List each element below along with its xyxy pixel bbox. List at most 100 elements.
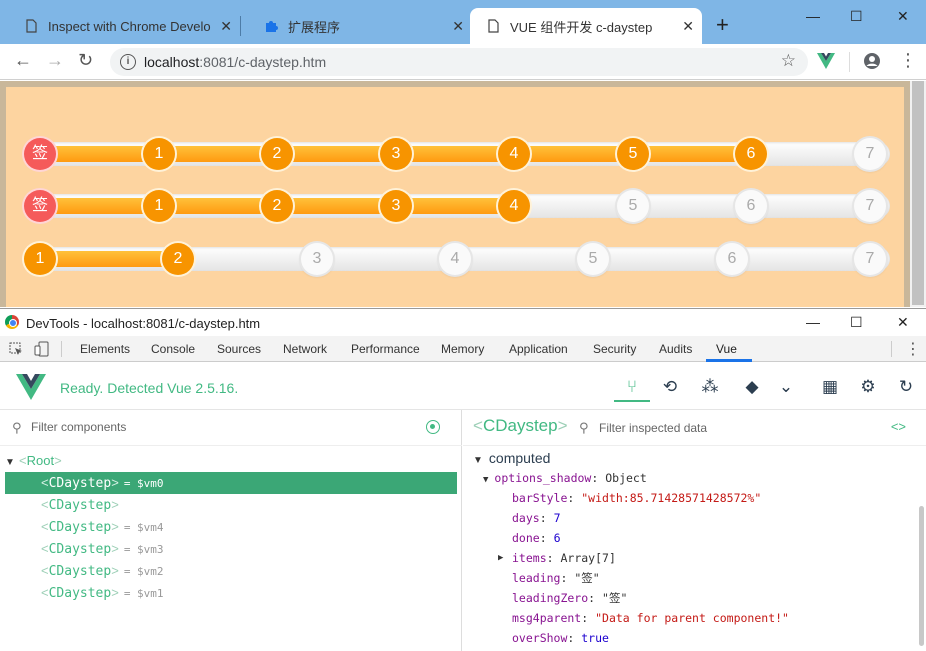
prop-leading[interactable]: leading: "签"	[512, 570, 600, 586]
daystep-day-badge[interactable]: 4	[439, 243, 471, 275]
tree-item-cdaystep[interactable]: <CDaystep> = $vm2	[5, 560, 457, 582]
devtools-tab-vue[interactable]: Vue	[716, 342, 737, 356]
tab-inspect[interactable]: Inspect with Chrome Develo ✕	[0, 8, 240, 44]
events-tab-icon[interactable]: ⁂	[692, 372, 728, 402]
options-shadow-row[interactable]: ▼ options_shadow: Object	[483, 470, 647, 488]
new-tab-button[interactable]: +	[716, 14, 729, 36]
prop-value: "签"	[574, 571, 600, 585]
tree-item-cdaystep[interactable]: <CDaystep> = $vm3	[5, 538, 457, 560]
filter-components-input[interactable]: Filter components	[31, 420, 126, 434]
select-component-target-icon[interactable]	[426, 420, 440, 434]
inspect-element-icon[interactable]	[9, 342, 23, 356]
daystep-day-badge[interactable]: 4	[498, 138, 530, 170]
prop-overshow[interactable]: overShow: true	[512, 630, 609, 646]
vm-reference: = $vm0	[123, 477, 164, 490]
devtools-tab-performance[interactable]: Performance	[351, 342, 420, 356]
devtools-tab-console[interactable]: Console	[151, 342, 195, 356]
component-name: CDaystep	[48, 586, 112, 601]
vue-devtools-header: Ready. Detected Vue 2.5.16. ⑂ ⟲ ⁂ ◆ ⌄ ▦ …	[0, 362, 926, 410]
prop-days[interactable]: days: 7	[512, 510, 561, 526]
daystep-day-badge[interactable]: 7	[854, 190, 886, 222]
minimize-button[interactable]: —	[806, 8, 820, 24]
refresh-icon[interactable]: ↻	[888, 372, 924, 402]
prop-barstyle[interactable]: barStyle: "width:85.71428571428572%"	[512, 490, 761, 506]
daystep-day-badge[interactable]: 7	[854, 243, 886, 275]
scrollbar-thumb[interactable]	[912, 81, 924, 305]
maximize-button[interactable]: ☐	[850, 8, 863, 25]
chevron-down-icon[interactable]: ⌄	[768, 372, 804, 402]
close-tab-icon[interactable]: ✕	[452, 18, 464, 35]
daystep-day-badge[interactable]: 1	[143, 138, 175, 170]
code-icon[interactable]: <>	[891, 419, 906, 434]
bookmark-star-icon[interactable]: ☆	[781, 51, 796, 71]
daystep-day-badge[interactable]: 7	[854, 138, 886, 170]
daystep-day-badge[interactable]: 5	[617, 138, 649, 170]
history-tab-icon[interactable]: ⟲	[652, 372, 688, 402]
tree-root[interactable]: ▼ <Root>	[5, 450, 457, 472]
component-filter[interactable]: ⚲ Filter components	[0, 410, 462, 446]
menu-dots-icon[interactable]: ⋮	[899, 50, 917, 71]
prop-leadingzero[interactable]: leadingZero: "签"	[512, 590, 627, 606]
daystep-day-badge[interactable]: 5	[577, 243, 609, 275]
reload-icon[interactable]: ↻	[78, 50, 93, 71]
tab-extensions[interactable]: 扩展程序 ✕	[240, 8, 472, 44]
devtools-tab-elements[interactable]: Elements	[80, 342, 130, 356]
tree-item-cdaystep[interactable]: <CDaystep>	[5, 494, 457, 516]
computed-section[interactable]: ▼ computed	[473, 450, 550, 466]
tab-daystep[interactable]: VUE 组件开发 c-daystep ✕	[470, 8, 702, 44]
daystep-day-badge[interactable]: 6	[735, 190, 767, 222]
devtools-tab-security[interactable]: Security	[593, 342, 636, 356]
prop-items[interactable]: ▶ items: Array[7]	[498, 550, 616, 566]
prop-msg4parent[interactable]: msg4parent: "Data for parent component!"	[512, 610, 789, 626]
prop-done[interactable]: done: 6	[512, 530, 561, 546]
expand-arrow-icon[interactable]: ▼	[5, 452, 19, 474]
devtools-tab-audits[interactable]: Audits	[659, 342, 692, 356]
close-window-button[interactable]: ✕	[897, 8, 909, 25]
daystep-day-badge[interactable]: 4	[498, 190, 530, 222]
performance-tab-icon[interactable]: ▦	[812, 372, 848, 402]
vue-extension-icon[interactable]	[817, 53, 835, 69]
daystep-day-badge[interactable]: 1	[143, 190, 175, 222]
close-tab-icon[interactable]: ✕	[220, 18, 232, 35]
forward-arrow-icon[interactable]: →	[46, 50, 64, 71]
daystep-day-badge[interactable]: 1	[24, 243, 56, 275]
tab-label: 扩展程序	[288, 19, 341, 35]
daystep-day-badge[interactable]: 6	[716, 243, 748, 275]
tree-item-cdaystep[interactable]: <CDaystep> = $vm4	[5, 516, 457, 538]
settings-gear-icon[interactable]: ⚙	[850, 372, 886, 402]
inspector-scrollbar[interactable]	[919, 506, 924, 646]
devtools-tab-network[interactable]: Network	[283, 342, 327, 356]
daystep-day-badge[interactable]: 2	[261, 190, 293, 222]
address-bar[interactable]: i localhost:8081/c-daystep.htm ☆	[110, 48, 808, 76]
routing-tab-icon[interactable]: ◆	[734, 372, 770, 402]
close-window-button[interactable]: ✕	[897, 314, 909, 331]
daystep-day-badge[interactable]: 3	[380, 190, 412, 222]
devtools-tab-memory[interactable]: Memory	[441, 342, 484, 356]
daystep-day-badge[interactable]: 3	[380, 138, 412, 170]
close-tab-icon[interactable]: ✕	[682, 18, 694, 35]
menu-dots-icon[interactable]: ⋮	[905, 339, 921, 359]
daystep-day-badge[interactable]: 3	[301, 243, 333, 275]
device-toolbar-icon[interactable]	[34, 341, 50, 357]
filter-data-input[interactable]: Filter inspected data	[599, 421, 707, 435]
daystep-day-badge[interactable]: 6	[735, 138, 767, 170]
minimize-button[interactable]: —	[806, 314, 820, 330]
expand-arrow-icon[interactable]: ▶	[498, 550, 503, 566]
components-tab-icon[interactable]: ⑂	[614, 372, 650, 402]
component-name: CDaystep	[48, 476, 112, 491]
maximize-button[interactable]: ☐	[850, 314, 863, 331]
daystep-leading-badge[interactable]: 签	[24, 190, 56, 222]
document-icon	[26, 19, 37, 33]
devtools-tab-application[interactable]: Application	[509, 342, 568, 356]
daystep-day-badge[interactable]: 5	[617, 190, 649, 222]
daystep-day-badge[interactable]: 2	[261, 138, 293, 170]
tree-item-cdaystep[interactable]: <CDaystep> = $vm0	[5, 472, 457, 494]
daystep-leading-badge[interactable]: 签	[24, 138, 56, 170]
page-scrollbar[interactable]	[910, 81, 926, 307]
info-icon[interactable]: i	[120, 54, 136, 70]
account-icon[interactable]	[863, 52, 881, 70]
tree-item-cdaystep[interactable]: <CDaystep> = $vm1	[5, 582, 457, 604]
daystep-day-badge[interactable]: 2	[162, 243, 194, 275]
back-arrow-icon[interactable]: ←	[14, 50, 32, 71]
devtools-tab-sources[interactable]: Sources	[217, 342, 261, 356]
